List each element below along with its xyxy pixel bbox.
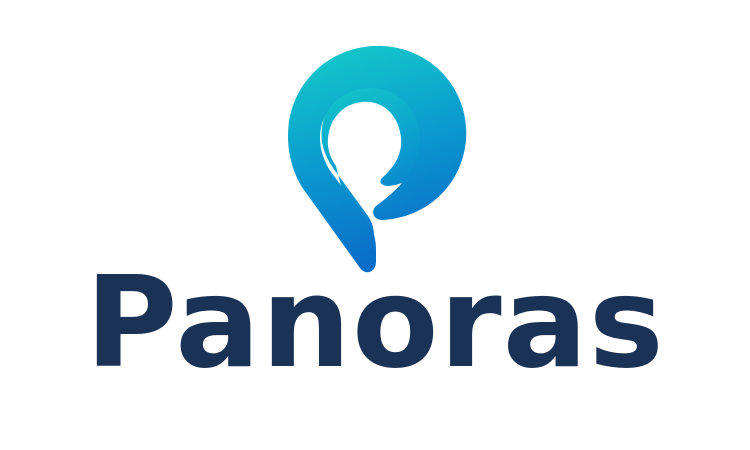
logo-canvas: Panoras	[0, 0, 750, 450]
location-pin-p-icon	[288, 45, 467, 273]
brand-wordmark: Panoras	[85, 249, 665, 396]
pin-ring-shape	[288, 45, 467, 273]
